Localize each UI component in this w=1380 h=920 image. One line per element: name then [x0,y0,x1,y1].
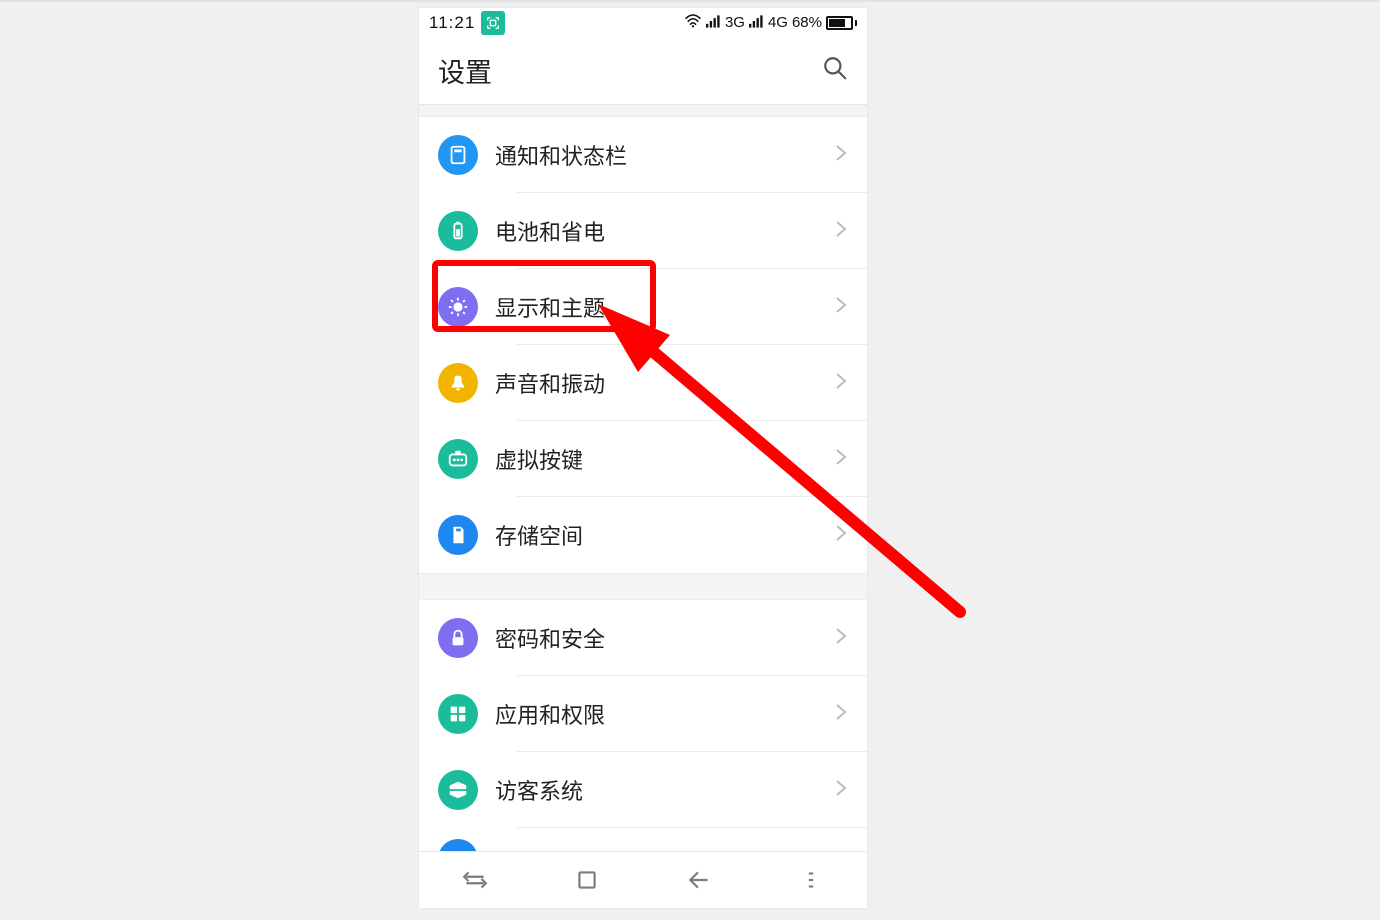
nav-menu-button[interactable] [761,867,861,893]
row-guest-mode[interactable]: 访客系统 [419,752,867,828]
status-bar: 11:21 3G 4G 68% [419,8,867,37]
chevron-right-icon [835,144,847,167]
android-nav-bar [419,851,867,908]
section-gap-top [419,105,867,117]
battery-icon [826,16,857,30]
status-network-1: 3G [725,14,745,31]
phone-frame: 11:21 3G 4G 68% [419,8,867,908]
chevron-right-icon [835,703,847,726]
nav-back-button[interactable] [649,867,749,893]
chevron-right-icon [835,372,847,395]
row-label: 电池和省电 [495,215,835,247]
row-apps-permissions[interactable]: 应用和权限 [419,676,867,752]
search-button[interactable] [822,55,848,86]
row-label: 密码和安全 [495,622,835,654]
row-label: 存储空间 [495,519,835,551]
status-battery-pct: 68% [792,14,822,31]
chevron-right-icon [835,296,847,319]
chevron-right-icon [835,448,847,471]
nav-home-button[interactable] [537,867,637,893]
row-label: 声音和振动 [495,367,835,399]
battery-saving-icon [438,211,478,251]
display-theme-icon [438,287,478,327]
page-title: 设置 [438,51,492,90]
settings-section-1: 通知和状态栏 电池和省电 显示和主题 [419,117,867,573]
password-security-icon [438,618,478,658]
signal-bars-icon-2 [749,14,764,32]
status-left: 11:21 [429,11,505,35]
notification-statusbar-icon [438,135,478,175]
row-sound-vibration[interactable]: 声音和振动 [419,345,867,421]
row-label: 虚拟按键 [495,443,835,475]
row-label: 显示和主题 [495,291,835,323]
row-virtual-keys[interactable]: 虚拟按键 [419,421,867,497]
nav-recent-button[interactable] [425,867,525,893]
section-gap-middle [419,573,867,600]
status-time: 11:21 [429,13,475,33]
row-label: 访客系统 [495,774,835,806]
canvas: 11:21 3G 4G 68% [0,0,1380,920]
scan-icon [481,11,505,35]
row-notification-statusbar[interactable]: 通知和状态栏 [419,117,867,193]
apps-permissions-icon [438,694,478,734]
chevron-right-icon [835,524,847,547]
row-password-security[interactable]: 密码和安全 [419,600,867,676]
chevron-right-icon [835,779,847,802]
wifi-icon [684,14,702,32]
page-header: 设置 [419,37,867,105]
settings-section-2: 密码和安全 应用和权限 访客系统 [419,600,867,852]
guest-mode-icon [438,770,478,810]
chevron-right-icon [835,220,847,243]
signal-bars-icon [706,14,721,32]
row-display-theme[interactable]: 显示和主题 [419,269,867,345]
row-partial-next[interactable] [419,828,867,852]
chevron-right-icon [835,627,847,650]
virtual-keys-icon [438,439,478,479]
row-label: 通知和状态栏 [495,139,835,171]
sound-vibration-icon [438,363,478,403]
status-right: 3G 4G 68% [684,14,857,32]
storage-icon [438,515,478,555]
row-battery-saving[interactable]: 电池和省电 [419,193,867,269]
row-label: 应用和权限 [495,698,835,730]
row-storage[interactable]: 存储空间 [419,497,867,573]
status-network-2: 4G [768,14,788,31]
